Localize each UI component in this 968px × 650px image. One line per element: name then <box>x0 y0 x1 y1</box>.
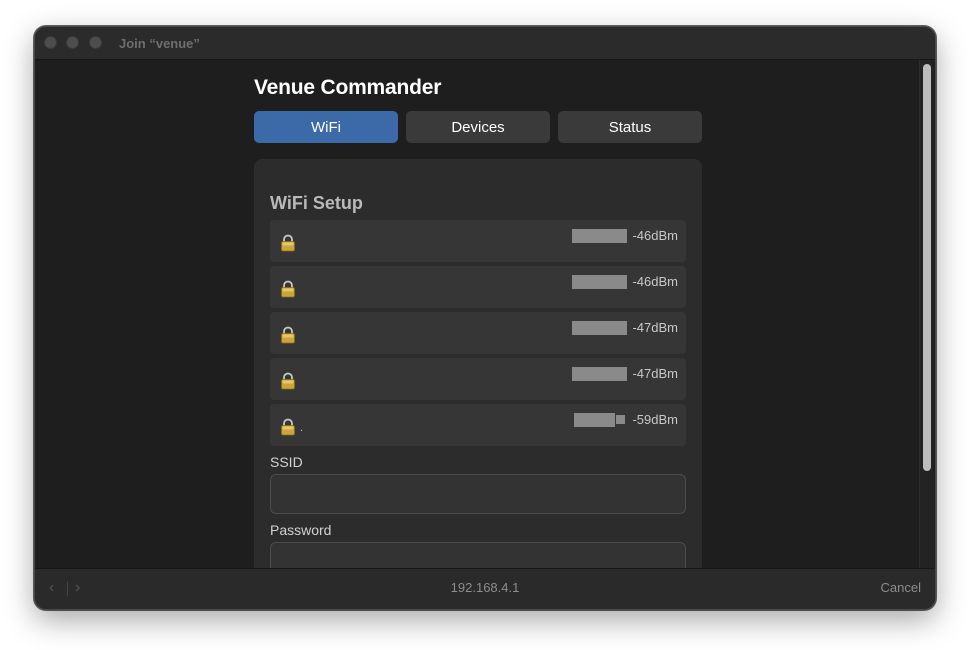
tab-wifi[interactable]: WiFi <box>254 111 398 143</box>
ssid-input[interactable] <box>270 474 686 514</box>
scrollbar-track[interactable] <box>919 60 934 568</box>
network-rssi: -59dBm <box>632 412 678 427</box>
tab-status-label: Status <box>608 118 652 136</box>
tab-wifi-label: WiFi <box>311 118 341 136</box>
network-row[interactable]: . -59dBm <box>270 404 686 446</box>
signal-strength-indicator <box>572 367 627 381</box>
cancel-button[interactable]: Cancel <box>881 580 921 595</box>
close-window-button[interactable] <box>44 36 57 49</box>
window-title: Join “venue” <box>119 36 200 51</box>
network-rssi: -47dBm <box>632 320 678 335</box>
ssid-label: SSID <box>270 454 303 470</box>
minimize-window-button[interactable] <box>66 36 79 49</box>
join-venue-window: Join “venue” Venue Commander WiFi Device… <box>34 26 936 610</box>
network-name: . <box>300 422 304 434</box>
signal-strength-indicator <box>572 321 627 335</box>
password-label: Password <box>270 522 332 538</box>
section-title: WiFi Setup <box>270 193 363 213</box>
password-input[interactable] <box>270 542 686 568</box>
lock-icon <box>281 418 295 436</box>
signal-strength-indicator <box>572 275 627 289</box>
network-row[interactable]: -46dBm <box>270 266 686 308</box>
app-title: Venue Commander <box>254 76 442 99</box>
scrollbar-thumb[interactable] <box>923 64 931 471</box>
lock-icon <box>281 372 295 390</box>
network-rssi: -46dBm <box>632 228 678 243</box>
captive-portal-content: Venue Commander WiFi Devices Status WiFi… <box>35 60 935 568</box>
zoom-window-button[interactable] <box>89 36 102 49</box>
network-row[interactable]: -46dBm <box>270 220 686 262</box>
lock-icon <box>281 234 295 252</box>
network-row[interactable]: -47dBm <box>270 358 686 400</box>
lock-icon <box>281 326 295 344</box>
network-rssi: -46dBm <box>632 274 678 289</box>
wifi-setup-panel: WiFi Setup -46dBm -46dBm -47dBm -47dBm .… <box>254 159 702 568</box>
tab-devices[interactable]: Devices <box>406 111 550 143</box>
bottom-bar: ‹ › 192.168.4.1 Cancel <box>35 568 935 609</box>
signal-strength-indicator <box>574 413 615 427</box>
signal-strength-indicator <box>572 229 627 243</box>
page-url: 192.168.4.1 <box>450 580 520 595</box>
lock-icon <box>281 280 295 298</box>
network-row[interactable]: -47dBm <box>270 312 686 354</box>
title-bar: Join “venue” <box>35 27 935 60</box>
tab-status[interactable]: Status <box>558 111 702 143</box>
signal-strength-indicator <box>616 415 625 424</box>
tab-devices-label: Devices <box>451 118 505 136</box>
network-rssi: -47dBm <box>632 366 678 381</box>
